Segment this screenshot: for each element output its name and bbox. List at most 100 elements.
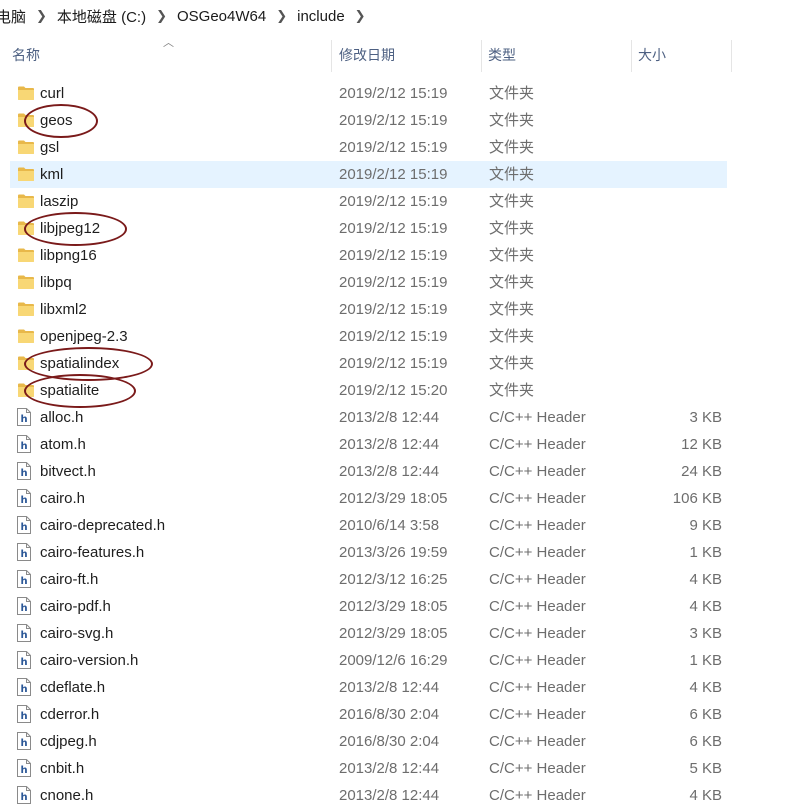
row-name: cairo-ft.h <box>40 571 99 588</box>
folder-row[interactable]: laszip 2019/2/12 15:19 文件夹 <box>10 188 727 215</box>
folder-row[interactable]: geos 2019/2/12 15:19 文件夹 <box>10 104 727 138</box>
row-size: 12 KB <box>681 436 722 453</box>
file-row[interactable]: h cnbit.h 2013/2/8 12:44 C/C++ Header 5 KB <box>10 755 727 782</box>
file-row[interactable]: h cairo-deprecated.h 2010/6/14 3:58 C/C++ H… <box>10 512 727 539</box>
row-type: C/C++ Header <box>489 787 586 804</box>
folder-row[interactable]: spatialindex 2019/2/12 15:19 文件夹 <box>10 347 727 381</box>
file-row[interactable]: h cdjpeg.h 2016/8/30 2:04 C/C++ Header 6 KB <box>10 728 727 755</box>
row-date: 2019/2/12 15:20 <box>339 382 448 399</box>
row-type: C/C++ Header <box>489 490 586 507</box>
row-type: C/C++ Header <box>489 706 586 723</box>
row-size: 3 KB <box>689 409 722 426</box>
row-date: 2019/2/12 15:19 <box>339 139 448 156</box>
folder-icon <box>18 302 34 316</box>
folder-row[interactable]: libjpeg12 2019/2/12 15:19 文件夹 <box>10 212 727 246</box>
row-name: libpq <box>40 274 72 291</box>
folder-icon <box>18 275 34 289</box>
chevron-right-icon[interactable]: ❯ <box>32 8 51 24</box>
breadcrumb: 电脑 ❯ 本地磁盘 (C:) ❯ OSGeo4W64 ❯ include ❯ <box>0 0 792 32</box>
row-date: 2013/3/26 19:59 <box>339 544 448 561</box>
folder-row[interactable]: curl 2019/2/12 15:19 文件夹 <box>10 80 727 107</box>
file-row[interactable]: h cairo-version.h 2009/12/6 16:29 C/C++ Hea… <box>10 647 727 674</box>
column-header-bar: ︿ 名称 修改日期 类型 大小 <box>0 37 792 72</box>
folder-row[interactable]: openjpeg-2.3 2019/2/12 15:19 文件夹 <box>10 323 727 350</box>
row-size: 4 KB <box>689 598 722 615</box>
column-header-name[interactable]: 名称 <box>12 38 40 72</box>
row-type: 文件夹 <box>489 85 535 102</box>
row-date: 2019/2/12 15:19 <box>339 274 448 291</box>
column-header-size[interactable]: 大小 <box>638 38 666 72</box>
breadcrumb-item-osgeo[interactable]: OSGeo4W64 <box>171 8 272 25</box>
file-row[interactable]: h cairo-pdf.h 2012/3/29 18:05 C/C++ Header 4… <box>10 593 727 620</box>
file-row[interactable]: h cairo-ft.h 2012/3/12 16:25 C/C++ Header 4 … <box>10 566 727 593</box>
chevron-right-icon[interactable]: ❯ <box>152 8 171 24</box>
breadcrumb-item-include[interactable]: include <box>291 8 351 25</box>
row-type: 文件夹 <box>489 112 535 129</box>
header-file-icon: h <box>17 678 31 696</box>
column-header-date[interactable]: 修改日期 <box>339 38 395 72</box>
row-date: 2013/2/8 12:44 <box>339 436 440 453</box>
row-name: libjpeg12 <box>40 220 101 237</box>
svg-text:h: h <box>20 576 27 587</box>
row-date: 2019/2/12 15:19 <box>339 85 448 102</box>
row-name: libpng16 <box>40 247 97 264</box>
row-name: spatialite <box>40 382 100 399</box>
folder-row[interactable]: spatialite 2019/2/12 15:20 文件夹 <box>10 374 727 408</box>
row-size: 1 KB <box>689 544 722 561</box>
row-name: spatialindex <box>40 355 120 372</box>
column-divider[interactable] <box>731 40 732 72</box>
svg-text:h: h <box>20 630 27 641</box>
header-file-icon: h <box>17 462 31 480</box>
column-header-type[interactable]: 类型 <box>488 38 516 72</box>
folder-row[interactable]: libpq 2019/2/12 15:19 文件夹 <box>10 269 727 296</box>
row-name: cairo-pdf.h <box>40 598 111 615</box>
file-row[interactable]: h cdeflate.h 2013/2/8 12:44 C/C++ Header 4 K… <box>10 674 727 701</box>
file-row[interactable]: h alloc.h 2013/2/8 12:44 C/C++ Header 3 KB <box>10 404 727 431</box>
row-date: 2013/2/8 12:44 <box>339 463 440 480</box>
folder-row[interactable]: libxml2 2019/2/12 15:19 文件夹 <box>10 296 727 323</box>
row-type: C/C++ Header <box>489 652 586 669</box>
folder-icon <box>18 86 34 100</box>
file-row[interactable]: h atom.h 2013/2/8 12:44 C/C++ Header 12 KB <box>10 431 727 458</box>
svg-text:h: h <box>20 765 27 776</box>
row-date: 2019/2/12 15:19 <box>339 301 448 318</box>
row-name: atom.h <box>40 436 86 453</box>
row-type: 文件夹 <box>489 193 535 210</box>
file-row[interactable]: h cderror.h 2016/8/30 2:04 C/C++ Header 6 KB <box>10 701 727 728</box>
column-divider[interactable] <box>331 40 332 72</box>
svg-text:h: h <box>20 603 27 614</box>
row-date: 2010/6/14 3:58 <box>339 517 440 534</box>
row-type: C/C++ Header <box>489 463 586 480</box>
header-file-icon: h <box>17 732 31 750</box>
row-name: cnone.h <box>40 787 94 804</box>
folder-row[interactable]: kml 2019/2/12 15:19 文件夹 <box>10 161 727 188</box>
breadcrumb-item-computer[interactable]: 电脑 <box>0 6 32 27</box>
breadcrumb-item-drive[interactable]: 本地磁盘 (C:) <box>51 6 152 27</box>
folder-row[interactable]: libpng16 2019/2/12 15:19 文件夹 <box>10 242 727 269</box>
row-type: C/C++ Header <box>489 733 586 750</box>
row-type: 文件夹 <box>489 220 535 237</box>
row-name: bitvect.h <box>40 463 96 480</box>
folder-row[interactable]: gsl 2019/2/12 15:19 文件夹 <box>10 134 727 161</box>
file-row[interactable]: h bitvect.h 2013/2/8 12:44 C/C++ Header 24 K… <box>10 458 727 485</box>
row-type: 文件夹 <box>489 247 535 264</box>
row-date: 2013/2/8 12:44 <box>339 760 440 777</box>
folder-icon <box>18 329 34 343</box>
header-file-icon: h <box>17 624 31 642</box>
file-row[interactable]: h cairo-svg.h 2012/3/29 18:05 C/C++ Header 3… <box>10 620 727 647</box>
row-type: C/C++ Header <box>489 436 586 453</box>
file-row[interactable]: h cairo.h 2012/3/29 18:05 C/C++ Header 106 K… <box>10 485 727 512</box>
svg-text:h: h <box>20 495 27 506</box>
chevron-right-icon[interactable]: ❯ <box>272 8 291 24</box>
row-size: 4 KB <box>689 571 722 588</box>
row-date: 2012/3/29 18:05 <box>339 490 448 507</box>
column-divider[interactable] <box>481 40 482 72</box>
row-type: 文件夹 <box>489 328 535 345</box>
file-row[interactable]: h cairo-features.h 2013/3/26 19:59 C/C++ He… <box>10 539 727 566</box>
header-file-icon: h <box>17 489 31 507</box>
file-row[interactable]: h cnone.h 2013/2/8 12:44 C/C++ Header 4 KB <box>10 782 727 809</box>
row-name: geos <box>40 112 73 129</box>
header-file-icon: h <box>17 435 31 453</box>
chevron-right-icon[interactable]: ❯ <box>351 8 370 24</box>
column-divider[interactable] <box>631 40 632 72</box>
